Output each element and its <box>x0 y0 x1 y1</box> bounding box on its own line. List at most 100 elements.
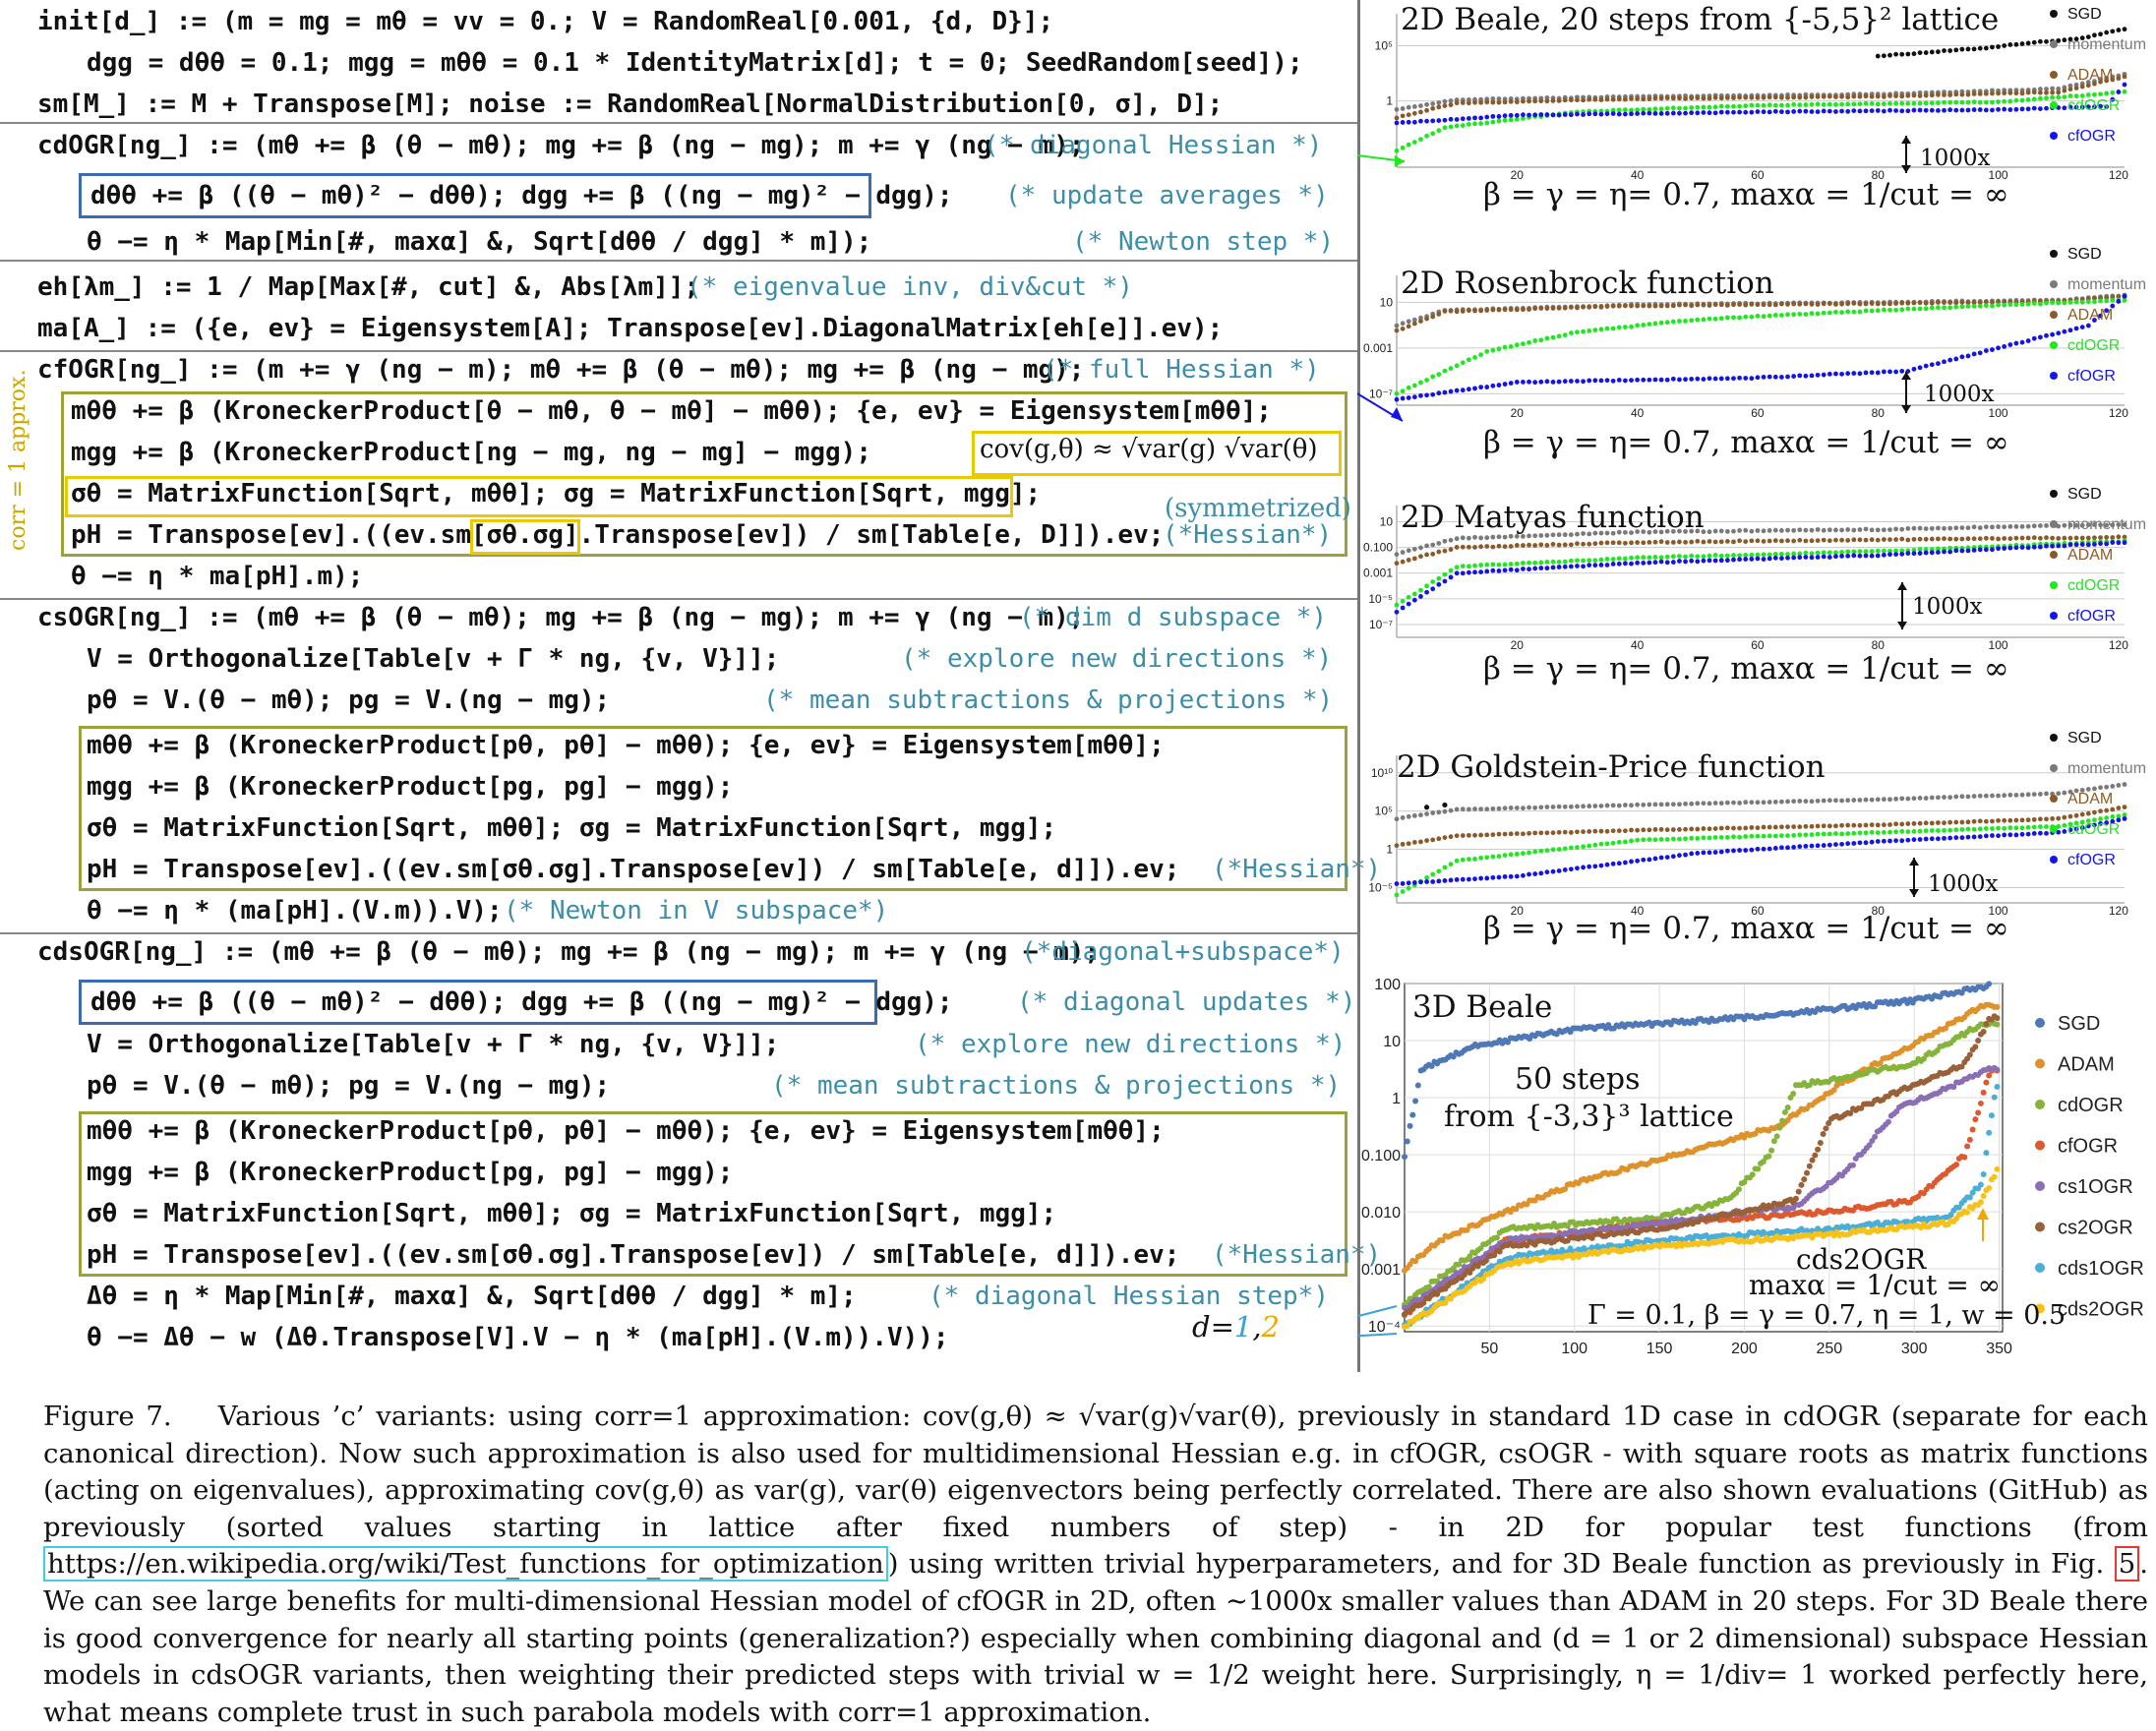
data-point <box>1414 1082 1421 1089</box>
data-point <box>1707 850 1712 856</box>
data-point <box>1478 115 1484 121</box>
data-point <box>1508 873 1514 879</box>
data-point <box>1689 835 1695 841</box>
data-point <box>1833 94 1838 100</box>
data-point <box>2019 41 2025 46</box>
data-point <box>2079 535 2085 541</box>
data-point <box>1550 98 1556 103</box>
data-point <box>1875 537 1881 543</box>
data-point <box>1887 100 1892 106</box>
data-point <box>1664 303 1670 309</box>
data-point <box>1622 107 1628 113</box>
data-point <box>1695 554 1701 560</box>
data-point <box>1718 109 1724 115</box>
data-point <box>1971 547 1977 553</box>
data-point <box>1785 102 1790 108</box>
data-point <box>1514 851 1520 857</box>
data-point <box>1490 307 1496 313</box>
data-point <box>1454 876 1460 882</box>
data-point <box>1616 303 1622 309</box>
data-point <box>1881 548 1886 554</box>
data-point <box>2013 41 2019 47</box>
data-point <box>1929 836 1935 842</box>
data-point <box>1550 559 1556 565</box>
data-point <box>1809 101 1815 107</box>
data-point <box>1772 824 1778 830</box>
data-point <box>1953 819 1959 825</box>
data-point <box>1592 304 1598 310</box>
data-point <box>1724 376 1730 382</box>
data-point <box>1647 110 1652 116</box>
data-point <box>1731 557 1736 563</box>
data-point <box>1743 539 1749 545</box>
data-point <box>1833 101 1838 107</box>
data-point <box>2044 523 2049 528</box>
data-point <box>1899 796 1905 802</box>
data-point <box>1707 110 1712 116</box>
data-point <box>1683 110 1688 116</box>
data-point <box>1587 328 1592 333</box>
data-point <box>1798 1181 1805 1188</box>
data-point <box>1959 91 1965 97</box>
data-point <box>1701 302 1707 308</box>
chart-title: 3D Beale <box>1412 989 1553 1025</box>
data-point <box>1629 803 1634 808</box>
data-point <box>1424 392 1429 398</box>
x-tick-label: 120 <box>2109 638 2128 652</box>
data-point <box>1863 553 1869 559</box>
data-point <box>1971 794 1977 799</box>
data-point <box>1996 524 2001 529</box>
data-point <box>1772 108 1778 114</box>
data-point <box>2110 535 2116 540</box>
data-point <box>1881 829 1886 835</box>
figure-reference-link[interactable]: 5 <box>2114 1546 2140 1582</box>
data-point <box>1430 101 1436 106</box>
data-point <box>1929 536 1935 542</box>
data-point <box>1803 373 1809 379</box>
data-point <box>1737 94 1742 100</box>
data-point <box>1635 560 1641 566</box>
data-point <box>1996 90 2001 96</box>
data-point <box>2073 86 2079 90</box>
caption-link[interactable]: https://en.wikipedia.org/wiki/Test_funct… <box>43 1546 888 1582</box>
data-point <box>1484 875 1490 881</box>
data-point <box>1629 838 1634 844</box>
data-point <box>1790 1090 1797 1097</box>
data-point <box>1411 591 1417 597</box>
data-point <box>1827 108 1832 114</box>
data-point <box>1527 850 1531 856</box>
data-point <box>1761 302 1767 308</box>
data-point <box>1791 845 1797 850</box>
data-point <box>2056 330 2062 336</box>
data-point <box>1629 378 1634 383</box>
data-point <box>1460 570 1466 576</box>
data-point <box>1411 383 1417 388</box>
data-point <box>1737 375 1742 381</box>
data-point <box>1977 818 1983 824</box>
data-point <box>1965 548 1971 554</box>
data-point <box>1827 550 1832 556</box>
data-point <box>1845 822 1851 828</box>
data-point <box>1953 536 1959 542</box>
data-point <box>1887 537 1892 543</box>
data-point <box>2002 343 2007 349</box>
data-point <box>2044 105 2049 111</box>
series-cdOGR <box>1394 297 2127 396</box>
data-point <box>1779 556 1784 562</box>
data-point <box>1718 558 1724 564</box>
data-point <box>2110 806 2116 812</box>
x-tick-label: 120 <box>2109 904 2128 918</box>
data-point <box>1641 561 1647 566</box>
code-line: θ −= Δθ − w (Δθ.Transpose[V].V − η * (ma… <box>87 1323 949 1352</box>
data-point <box>1532 543 1538 548</box>
data-point <box>1394 892 1400 898</box>
data-point <box>1592 563 1598 568</box>
data-point <box>1833 109 1838 114</box>
code-comment: (* diagonal Hessian step*) <box>928 1282 1329 1311</box>
data-point <box>1869 829 1875 835</box>
data-point <box>1400 605 1406 611</box>
x-tick-label: 60 <box>1751 638 1765 652</box>
data-point <box>1460 535 1466 541</box>
data-point <box>1550 541 1556 547</box>
code-line: cdsOGR[ng_] := (mθ += β (θ − mθ); mg += … <box>37 937 1101 967</box>
